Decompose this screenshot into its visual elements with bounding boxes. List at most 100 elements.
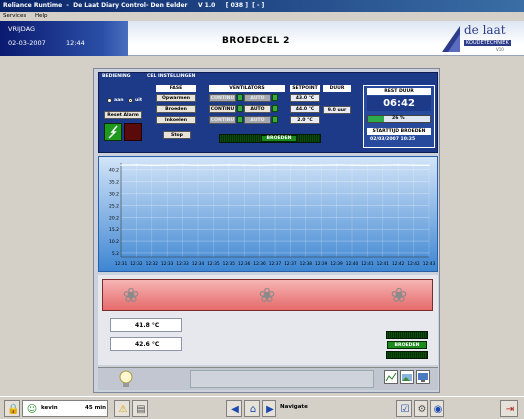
- radio-aan[interactable]: [107, 98, 112, 103]
- x-tick-label: 12:39: [315, 261, 328, 267]
- arrow-right-icon: ▶: [266, 404, 274, 415]
- y-tick-label: 25.2: [109, 203, 119, 209]
- fase-inkoelen-button[interactable]: Inkoelen: [156, 116, 196, 124]
- time-label: 12:44: [66, 39, 85, 47]
- network-button[interactable]: ◉: [430, 400, 444, 417]
- date-time-panel: VRIJDAG 02-03-2007 12:44: [0, 21, 128, 56]
- vent3-auto-button[interactable]: AUTO: [244, 116, 271, 124]
- setpoint-opwarmen[interactable]: 43.0 °C: [290, 94, 320, 102]
- fan3-icon: ❀: [390, 283, 408, 307]
- data-point: [397, 164, 399, 166]
- date-label: 02-03-2007: [8, 39, 46, 47]
- logo-subtitle: KOUDETECHNIEK: [464, 40, 511, 46]
- lock-button[interactable]: 🔒: [4, 400, 20, 417]
- document-button[interactable]: ▤: [132, 400, 148, 417]
- exit-icon: ⇥: [505, 404, 515, 415]
- data-point: [182, 164, 184, 166]
- chart-icon: [385, 372, 397, 382]
- footer-info-box: [190, 370, 374, 388]
- navigate-label: Navigate: [280, 404, 308, 410]
- data-point: [413, 164, 415, 166]
- forward-button[interactable]: ▶: [262, 400, 276, 417]
- data-point: [228, 164, 230, 166]
- gear-icon: ⚙: [417, 404, 427, 415]
- fan-strip: ❀ ❀ ❀: [102, 279, 433, 311]
- stop-button[interactable]: Stop: [163, 131, 191, 139]
- y-tick-label: 5.2: [112, 251, 119, 257]
- fase-broeden-button[interactable]: Broeden: [156, 105, 196, 113]
- x-tick-label: 12:37: [269, 261, 282, 267]
- bediening-label: BEDIENING: [102, 74, 131, 79]
- lightning-icon: [108, 125, 118, 139]
- settings-button[interactable]: ⚙: [414, 400, 428, 417]
- reset-alarm-button[interactable]: Reset Alarm: [104, 111, 142, 119]
- data-point: [259, 164, 261, 166]
- power-toggle[interactable]: [104, 123, 122, 141]
- vent3-status-icon: [237, 116, 243, 123]
- window-title: Reliance Runtime - De Laat Diary Control…: [0, 0, 524, 12]
- warning-button[interactable]: ⚠: [114, 400, 130, 417]
- duur-value[interactable]: 9.0 uur: [323, 106, 351, 114]
- progress-fill: [368, 116, 385, 122]
- vent2-auto-icon: [272, 105, 278, 112]
- setpoint-header: SETPOINT: [290, 85, 320, 92]
- check-button[interactable]: ☑: [396, 400, 412, 417]
- vent2-status-icon: [237, 105, 243, 112]
- image-view-button[interactable]: [400, 370, 414, 384]
- rest-duur-panel: REST DUUR 06:42 26 % STARTTIJD BROEDEN 0…: [363, 85, 435, 148]
- rest-duur-clock: 06:42: [367, 96, 431, 111]
- data-point: [351, 164, 353, 166]
- x-tick-label: 12:36: [238, 261, 251, 267]
- temp1-display: 41.8 °C: [110, 318, 182, 332]
- status-bar: 🔒 ☺ kevin 45 min ⚠ ▤ ◀ ⌂ ▶ Navigate ☑ ⚙ …: [0, 396, 524, 419]
- data-point: [135, 164, 137, 166]
- menu-help[interactable]: Help: [35, 13, 48, 19]
- data-point: [366, 164, 368, 166]
- arrow-left-icon: ◀: [231, 404, 239, 415]
- warning-icon: ⚠: [118, 404, 128, 415]
- home-icon: ⌂: [249, 404, 257, 415]
- setpoint-inkoelen[interactable]: 2.0 °C: [290, 116, 320, 124]
- temp2-display: 42.6 °C: [110, 337, 182, 351]
- monitor-view-button[interactable]: [416, 370, 430, 384]
- y-tick-label: 20.2: [109, 215, 119, 221]
- data-point: [197, 164, 199, 166]
- progress-label: 26 %: [392, 116, 405, 121]
- x-tick-label: 12:31: [115, 261, 128, 267]
- data-point: [120, 164, 122, 166]
- vent2-auto-button[interactable]: AUTO: [244, 105, 271, 113]
- vent1-continu-button[interactable]: CONTINU: [209, 94, 236, 102]
- vent3-continu-button[interactable]: CONTINU: [209, 116, 236, 124]
- exit-button[interactable]: ⇥: [500, 400, 518, 417]
- y-tick-label: 35.2: [109, 180, 119, 186]
- x-tick-label: 12:33: [176, 261, 189, 267]
- setpoint-broeden[interactable]: 44.0 °C: [290, 105, 320, 113]
- home-button[interactable]: ⌂: [244, 400, 260, 417]
- day-label: VRIJDAG: [8, 25, 36, 33]
- fase-opwarmen-button[interactable]: Opwarmen: [156, 94, 196, 102]
- menu-bar: Services Help: [0, 12, 524, 21]
- x-tick-label: 12:38: [300, 261, 313, 267]
- vent2-continu-button[interactable]: CONTINU: [209, 105, 236, 113]
- vent1-auto-icon: [272, 94, 278, 101]
- cel-instellingen-label: CEL INSTELLINGEN: [147, 74, 196, 79]
- menu-services[interactable]: Services: [3, 13, 26, 19]
- user-icon: ☺: [26, 404, 38, 415]
- data-point: [428, 164, 430, 166]
- x-tick-label: 12:32: [146, 261, 159, 267]
- back-button[interactable]: ◀: [226, 400, 242, 417]
- radio-aan-label: aan: [114, 98, 124, 103]
- data-point: [320, 164, 322, 166]
- vent1-status-icon: [237, 94, 243, 101]
- lock-icon: 🔒: [7, 404, 20, 415]
- vent3-auto-icon: [272, 116, 278, 123]
- image-icon: [402, 374, 412, 381]
- main-panel: BEDIENING CEL INSTELLINGEN aan uit Reset…: [93, 68, 440, 393]
- radio-uit[interactable]: [128, 98, 133, 103]
- chart-view-button[interactable]: [384, 370, 398, 384]
- fan1-icon: ❀: [122, 283, 140, 307]
- vent1-auto-button[interactable]: AUTO: [244, 94, 271, 102]
- y-tick-label: 30.2: [109, 191, 119, 197]
- alarm-indicator: [124, 123, 142, 141]
- panel-footer: [98, 367, 438, 390]
